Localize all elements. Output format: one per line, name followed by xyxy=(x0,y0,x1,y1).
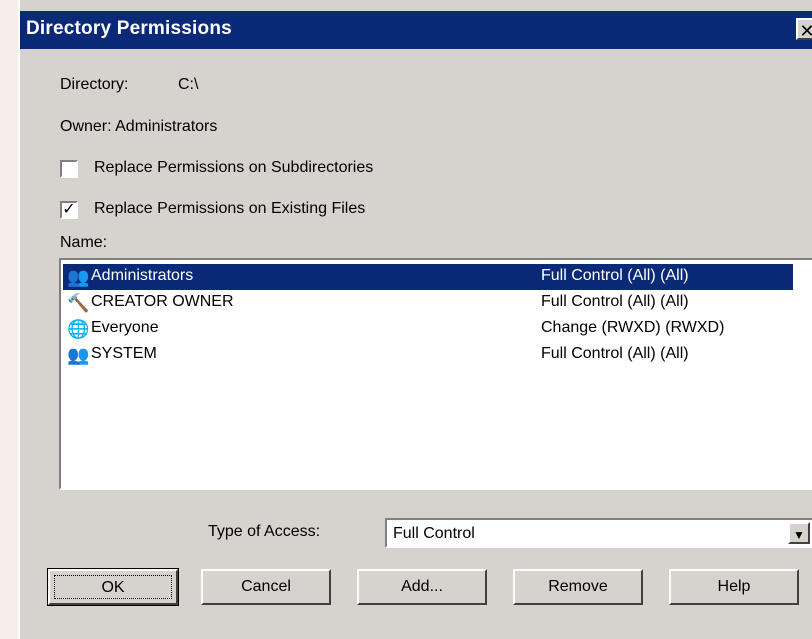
list-item[interactable]: 🌐 Everyone Change (RWXD) (RWXD) xyxy=(63,316,793,342)
owner-label: Owner: Administrators xyxy=(60,118,218,135)
replace-subdirectories-checkbox[interactable] xyxy=(60,160,78,178)
list-item-permission: Full Control (All) (All) xyxy=(541,345,689,362)
replace-files-label[interactable]: Replace Permissions on Existing Files xyxy=(94,200,365,218)
focus-rect: OK xyxy=(54,575,172,599)
remove-button[interactable]: Remove xyxy=(513,569,643,605)
checkmark-icon: ✓ xyxy=(62,201,76,218)
group-icon: 👥 xyxy=(67,267,90,287)
remove-button-label: Remove xyxy=(548,578,608,595)
list-item[interactable]: 👥 Administrators Full Control (All) (All… xyxy=(63,264,793,290)
name-label: Name: xyxy=(60,234,108,251)
list-item-name: SYSTEM xyxy=(91,345,157,362)
title-bar[interactable]: Directory Permissions ✕ xyxy=(20,11,812,49)
add-button-label: Add... xyxy=(401,578,443,595)
add-button[interactable]: Add... xyxy=(357,569,487,605)
list-item[interactable]: 🔨 CREATOR OWNER Full Control (All) (All) xyxy=(63,290,793,316)
chevron-down-icon: ▼ xyxy=(793,528,805,542)
type-of-access-label: Type of Access: xyxy=(208,523,321,540)
close-icon: ✕ xyxy=(799,21,812,41)
cancel-button[interactable]: Cancel xyxy=(201,569,331,605)
type-of-access-value: Full Control xyxy=(393,525,475,542)
list-item-name: CREATOR OWNER xyxy=(91,293,234,310)
type-of-access-select[interactable]: Full Control ▼ xyxy=(385,518,812,548)
replace-subdirectories-label[interactable]: Replace Permissions on Subdirectories xyxy=(94,159,373,177)
ok-button[interactable]: OK xyxy=(47,568,179,606)
directory-label: Directory: xyxy=(60,76,129,93)
replace-files-checkbox[interactable]: ✓ xyxy=(60,201,78,219)
help-button[interactable]: Help xyxy=(669,569,799,605)
list-item-permission: Full Control (All) (All) xyxy=(541,267,689,284)
globe-icon: 🌐 xyxy=(67,319,90,339)
help-button-label: Help xyxy=(717,578,751,595)
dialog-window: Directory Permissions ✕ Directory: C:\ O… xyxy=(18,0,812,639)
dropdown-arrow-button[interactable]: ▼ xyxy=(788,522,810,544)
cancel-button-label: Cancel xyxy=(241,578,291,595)
creator-owner-icon: 🔨 xyxy=(67,293,90,313)
list-item-permission: Full Control (All) (All) xyxy=(541,293,689,310)
list-item-name: Administrators xyxy=(91,267,194,284)
close-button[interactable]: ✕ xyxy=(796,18,812,41)
ok-button-label: OK xyxy=(101,579,125,596)
system-group-icon: 👥 xyxy=(67,345,90,365)
directory-value: C:\ xyxy=(178,76,199,93)
list-item[interactable]: 👥 SYSTEM Full Control (All) (All) xyxy=(63,342,793,368)
permissions-list[interactable]: 👥 Administrators Full Control (All) (All… xyxy=(59,258,812,490)
dialog-title: Directory Permissions xyxy=(26,18,232,39)
list-item-name: Everyone xyxy=(91,319,159,336)
list-item-permission: Change (RWXD) (RWXD) xyxy=(541,319,725,336)
